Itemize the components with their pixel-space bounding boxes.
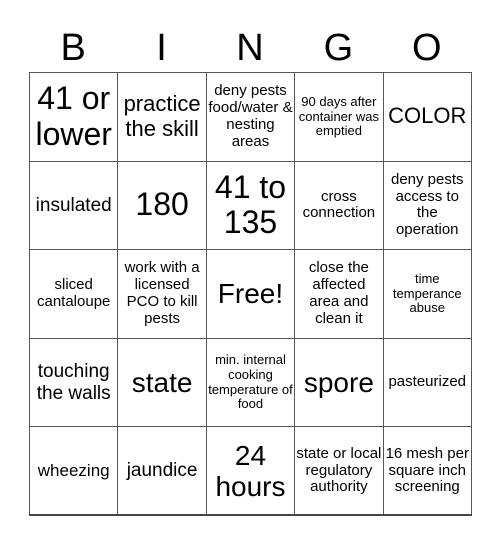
bingo-cell[interactable]: deny pests access to the operation: [382, 160, 472, 251]
bingo-cell[interactable]: time temperance abuse: [382, 249, 472, 339]
header-letter-n: N: [236, 27, 264, 69]
bingo-cell[interactable]: practice the skill: [117, 72, 207, 162]
bingo-cell[interactable]: state: [117, 337, 207, 428]
bingo-cell[interactable]: deny pests food/water & nesting areas: [205, 72, 296, 162]
bingo-cell[interactable]: close the affected area and clean it: [294, 249, 384, 339]
bingo-cell[interactable]: pasteurized: [382, 337, 472, 428]
bingo-cell[interactable]: 41 to 135: [205, 160, 296, 251]
bingo-cell[interactable]: 41 or lower: [28, 72, 119, 162]
bingo-cell[interactable]: 180: [117, 160, 207, 251]
bingo-cell[interactable]: COLOR: [382, 72, 472, 162]
bingo-cell[interactable]: spore: [294, 337, 384, 428]
bingo-cell[interactable]: work with a licensed PCO to kill pests: [117, 249, 207, 339]
header-letter-b: B: [60, 27, 86, 69]
free-space-cell[interactable]: Free!: [205, 249, 296, 339]
bingo-cell[interactable]: cross connection: [294, 160, 384, 251]
board-row: 41 or lower practice the skill deny pest…: [28, 72, 472, 162]
bingo-cell[interactable]: 90 days after container was emptied: [294, 72, 384, 162]
bingo-cell[interactable]: sliced cantaloupe: [28, 249, 119, 339]
board-row: touching the walls state min. internal c…: [28, 337, 472, 428]
bingo-board: 41 or lower practice the skill deny pest…: [28, 72, 472, 517]
board-row: insulated 180 41 to 135 cross connection…: [28, 160, 472, 251]
board-row: sliced cantaloupe work with a licensed P…: [28, 249, 472, 339]
board-row: wheezing jaundice 24 hours state or loca…: [28, 426, 472, 517]
bingo-cell[interactable]: state or local regulatory authority: [294, 426, 384, 517]
header-letter-i: I: [156, 27, 167, 69]
header-letter-g: G: [323, 27, 354, 69]
bingo-cell[interactable]: jaundice: [117, 426, 207, 517]
header-letter-o: O: [411, 27, 442, 69]
bingo-cell[interactable]: 16 mesh per square inch screening: [382, 426, 472, 517]
bingo-cell[interactable]: insulated: [28, 160, 119, 251]
bingo-cell[interactable]: wheezing: [28, 426, 119, 517]
bingo-cell[interactable]: min. internal cooking temperature of foo…: [205, 337, 296, 428]
bingo-cell[interactable]: touching the walls: [28, 337, 119, 428]
bingo-cell[interactable]: 24 hours: [205, 426, 296, 517]
bingo-header: B I N G O: [29, 26, 471, 70]
